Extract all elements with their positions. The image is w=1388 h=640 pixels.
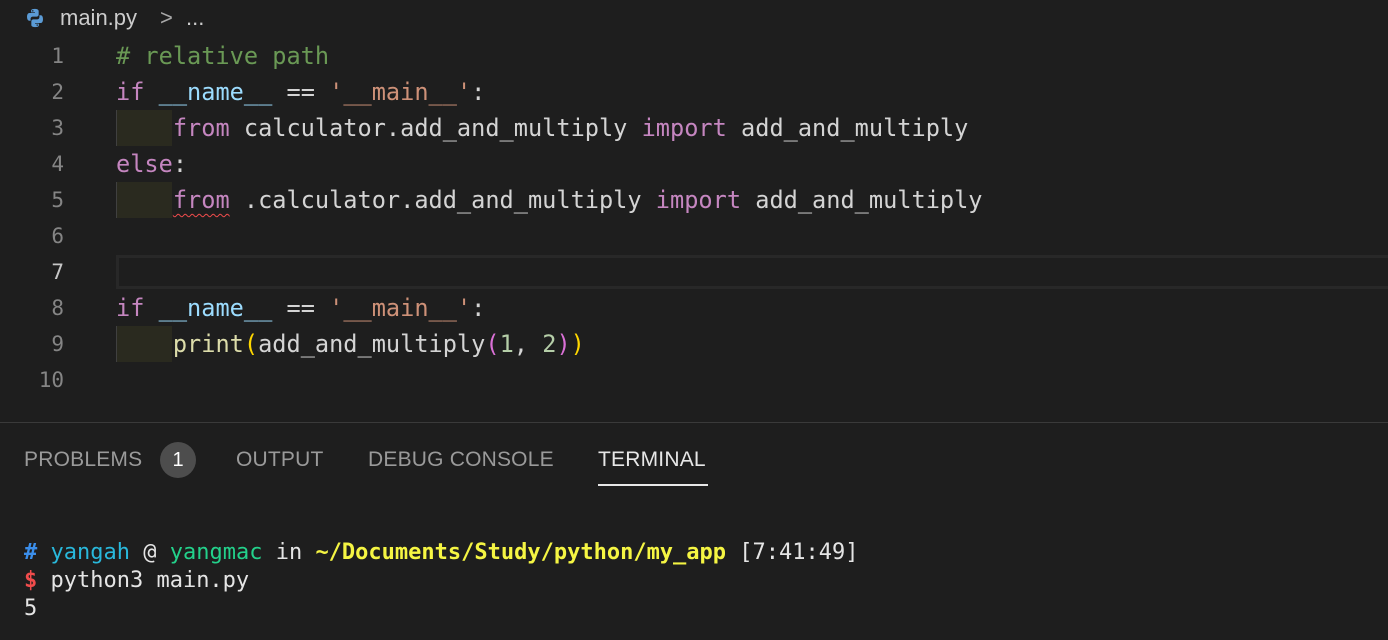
- code-token: :: [172, 150, 188, 178]
- line-number: 1: [51, 44, 64, 68]
- code-token: print: [172, 330, 244, 358]
- tab-terminal[interactable]: TERMINAL: [598, 447, 706, 473]
- code-token: from: [172, 186, 230, 214]
- python-icon: [27, 8, 43, 28]
- problems-count-badge: 1: [160, 442, 196, 478]
- tab-output[interactable]: OUTPUT: [236, 447, 324, 473]
- breadcrumb: main.py > ...: [0, 0, 1388, 36]
- code-token: 1: [499, 330, 514, 358]
- code-token: from: [172, 114, 230, 142]
- code-text[interactable]: else:: [116, 146, 187, 182]
- code-token: (: [243, 330, 259, 358]
- code-line[interactable]: 5 from .calculator.add_and_multiply impo…: [0, 182, 1388, 218]
- code-editor[interactable]: 1 # relative path 2 if __name__ == '__main_…: [0, 38, 1388, 416]
- code-text[interactable]: from .calculator.add_and_multiply import…: [116, 182, 983, 218]
- code-text[interactable]: if __name__ == '__main__':: [116, 290, 485, 326]
- code-token: # relative path: [116, 42, 330, 70]
- code-token: ): [570, 330, 585, 358]
- terminal-time: [7:41:49]: [726, 540, 859, 565]
- line-number: 2: [51, 80, 64, 104]
- terminal-command-line: $ python3 main.py: [24, 567, 249, 595]
- code-token: calculator.add_and_multiply: [229, 114, 642, 142]
- breadcrumb-more[interactable]: ...: [186, 5, 204, 31]
- code-token: import: [655, 186, 742, 214]
- code-token: .calculator.add_and_multiply: [229, 186, 656, 214]
- terminal-output: 5: [24, 596, 38, 621]
- code-token: __name__: [158, 78, 273, 106]
- code-token: '__main__': [329, 294, 472, 322]
- tab-debug-console[interactable]: DEBUG CONSOLE: [368, 447, 554, 473]
- line-number: 8: [51, 296, 64, 320]
- code-token: if: [116, 294, 145, 322]
- code-token: add_and_multiply: [258, 330, 486, 358]
- code-token: ): [556, 330, 571, 358]
- line-number: 4: [51, 152, 64, 176]
- code-line[interactable]: 8 if __name__ == '__main__':: [0, 290, 1388, 326]
- terminal-host: yangmac: [169, 540, 263, 565]
- code-token: :: [471, 294, 486, 322]
- code-token: '__main__': [329, 78, 472, 106]
- prompt-dollar: $: [24, 568, 38, 593]
- terminal-at: @: [129, 540, 170, 565]
- code-line[interactable]: 10: [0, 362, 1388, 398]
- terminal-command: python3 main.py: [37, 568, 250, 593]
- terminal-path: ~/Documents/Study/python/my_app: [315, 540, 727, 565]
- code-token: add_and_multiply: [726, 114, 969, 142]
- code-text[interactable]: print(add_and_multiply(1, 2)): [116, 326, 585, 362]
- code-token: ,: [513, 330, 543, 358]
- code-token: else: [116, 150, 173, 178]
- code-text[interactable]: if __name__ == '__main__':: [116, 74, 485, 110]
- line-number: 9: [51, 332, 64, 356]
- code-token: __name__: [158, 294, 273, 322]
- code-line[interactable]: 4 else:: [0, 146, 1388, 182]
- code-line[interactable]: 7: [0, 254, 1388, 290]
- code-token: if: [116, 78, 145, 106]
- bottom-panel: PROBLEMS 1 OUTPUT DEBUG CONSOLE TERMINAL…: [0, 423, 1388, 640]
- code-line[interactable]: 1 # relative path: [0, 38, 1388, 74]
- code-token: ==: [272, 294, 330, 322]
- current-line-highlight: [116, 255, 1388, 289]
- code-line[interactable]: 9 print(add_and_multiply(1, 2)): [0, 326, 1388, 362]
- code-token: add_and_multiply: [741, 186, 983, 214]
- code-text[interactable]: from calculator.add_and_multiply import …: [116, 110, 968, 146]
- line-number: 7: [51, 260, 64, 284]
- line-number: 10: [38, 368, 64, 392]
- terminal-in: in: [262, 540, 316, 565]
- code-token: :: [471, 78, 486, 106]
- active-tab-indicator: [598, 484, 708, 486]
- code-line[interactable]: 2 if __name__ == '__main__':: [0, 74, 1388, 110]
- terminal-prompt-line: # yangah @ yangmac in ~/Documents/Study/…: [24, 539, 859, 567]
- code-text[interactable]: # relative path: [116, 38, 329, 74]
- line-number: 3: [51, 116, 64, 140]
- code-token: import: [641, 114, 727, 142]
- terminal-user: yangah: [50, 540, 130, 565]
- tab-problems[interactable]: PROBLEMS: [24, 447, 142, 473]
- line-number: 6: [51, 224, 64, 248]
- breadcrumb-file[interactable]: main.py: [60, 5, 137, 31]
- line-number: 5: [51, 188, 64, 212]
- code-token: (: [485, 330, 500, 358]
- code-line[interactable]: 6: [0, 218, 1388, 254]
- prompt-hash: #: [24, 540, 38, 565]
- code-token: 2: [542, 330, 557, 358]
- code-token: ==: [272, 78, 330, 106]
- code-line[interactable]: 3 from calculator.add_and_multiply impor…: [0, 110, 1388, 146]
- chevron-right-icon: >: [160, 5, 173, 30]
